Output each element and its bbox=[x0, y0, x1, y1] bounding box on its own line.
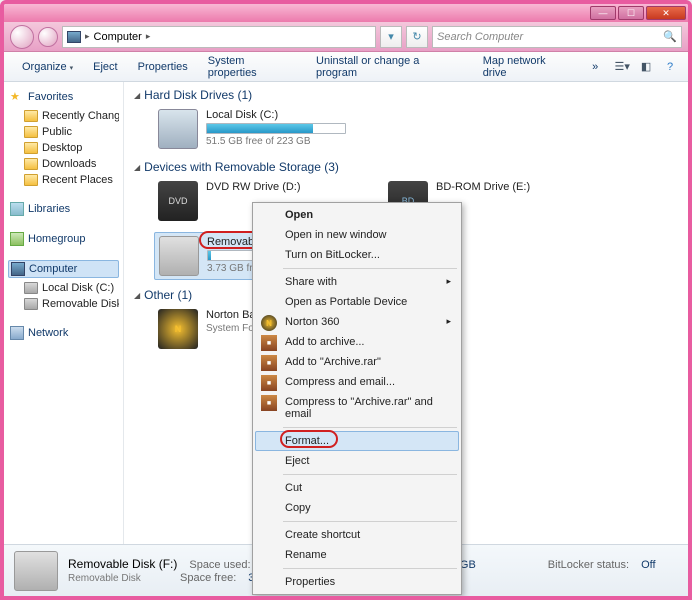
collapse-icon: ◢ bbox=[134, 163, 140, 172]
hdd-icon bbox=[158, 109, 198, 149]
organize-menu[interactable]: Organize bbox=[12, 61, 83, 73]
status-title: Removable Disk (F:) bbox=[68, 557, 177, 571]
ctx-compress-email[interactable]: ■Compress and email... bbox=[255, 372, 459, 392]
category-hdd[interactable]: ◢Hard Disk Drives (1) bbox=[134, 88, 678, 102]
ctx-norton[interactable]: NNorton 360 bbox=[255, 312, 459, 332]
ctx-open[interactable]: Open bbox=[255, 205, 459, 225]
ctx-properties[interactable]: Properties bbox=[255, 572, 459, 592]
explorer-window: — ☐ ✕ ▸ Computer ▸ ▾ ↻ Search Computer 🔍… bbox=[0, 0, 692, 600]
winrar-icon: ■ bbox=[261, 355, 277, 371]
homegroup-icon bbox=[10, 232, 24, 246]
chevron-right-icon: ▸ bbox=[85, 31, 90, 42]
favorites-group[interactable]: ★Favorites bbox=[8, 88, 119, 106]
ctx-eject[interactable]: Eject bbox=[255, 451, 459, 471]
computer-icon bbox=[11, 262, 25, 276]
map-drive-button[interactable]: Map network drive bbox=[473, 55, 582, 79]
minimize-button[interactable]: — bbox=[590, 6, 616, 20]
libraries-icon bbox=[10, 202, 24, 216]
command-bar: Organize Eject Properties System propert… bbox=[4, 52, 688, 82]
breadcrumb-location[interactable]: Computer bbox=[94, 31, 142, 43]
ctx-compress-rar-email[interactable]: ■Compress to "Archive.rar" and email bbox=[255, 392, 459, 424]
ctx-rename[interactable]: Rename bbox=[255, 545, 459, 565]
ctx-bitlocker[interactable]: Turn on BitLocker... bbox=[255, 245, 459, 265]
winrar-icon: ■ bbox=[261, 375, 277, 391]
ctx-open-new[interactable]: Open in new window bbox=[255, 225, 459, 245]
sidebar-item-downloads[interactable]: Downloads bbox=[8, 156, 119, 172]
homegroup-group[interactable]: Homegroup bbox=[8, 230, 119, 248]
folder-icon bbox=[24, 110, 38, 122]
ctx-shortcut[interactable]: Create shortcut bbox=[255, 525, 459, 545]
category-removable[interactable]: ◢Devices with Removable Storage (3) bbox=[134, 160, 678, 174]
chevron-right-icon: ▸ bbox=[146, 31, 151, 42]
status-type: Removable Disk bbox=[68, 573, 168, 584]
usb-drive-icon bbox=[159, 236, 199, 276]
close-button[interactable]: ✕ bbox=[646, 6, 686, 20]
view-menu[interactable]: ☰▾ bbox=[612, 58, 632, 76]
ctx-share[interactable]: Share with bbox=[255, 272, 459, 292]
forward-button[interactable] bbox=[38, 27, 58, 47]
drive-icon bbox=[24, 298, 38, 310]
dvd-icon: DVD bbox=[158, 181, 198, 221]
sidebar-item-desktop[interactable]: Desktop bbox=[8, 140, 119, 156]
search-icon: 🔍 bbox=[663, 30, 677, 43]
ctx-copy[interactable]: Copy bbox=[255, 498, 459, 518]
winrar-icon: ■ bbox=[261, 395, 277, 411]
breadcrumb[interactable]: ▸ Computer ▸ bbox=[62, 26, 376, 48]
collapse-icon: ◢ bbox=[134, 291, 140, 300]
ctx-portable[interactable]: Open as Portable Device bbox=[255, 292, 459, 312]
properties-button[interactable]: Properties bbox=[128, 61, 198, 73]
system-properties-button[interactable]: System properties bbox=[198, 55, 306, 79]
sidebar-item-recent-places[interactable]: Recent Places bbox=[8, 172, 119, 188]
preview-pane-button[interactable]: ◧ bbox=[636, 58, 656, 76]
maximize-button[interactable]: ☐ bbox=[618, 6, 644, 20]
sidebar-item-removable[interactable]: Removable Disk (F:) bbox=[8, 296, 119, 312]
ctx-add-archive[interactable]: ■Add to archive... bbox=[255, 332, 459, 352]
drive-icon bbox=[24, 282, 38, 294]
ctx-format[interactable]: Format... bbox=[255, 431, 459, 451]
norton-icon: N bbox=[261, 315, 277, 331]
sidebar-item-public[interactable]: Public bbox=[8, 124, 119, 140]
network-group[interactable]: Network bbox=[8, 324, 119, 342]
help-button[interactable]: ? bbox=[660, 58, 680, 76]
sidebar-item-local-disk[interactable]: Local Disk (C:) bbox=[8, 280, 119, 296]
uninstall-button[interactable]: Uninstall or change a program bbox=[306, 55, 473, 79]
usb-drive-icon bbox=[14, 551, 58, 591]
titlebar: — ☐ ✕ bbox=[4, 4, 688, 22]
drive-local-c[interactable]: Local Disk (C:) 51.5 GB free of 223 GB bbox=[154, 106, 354, 152]
more-button[interactable]: » bbox=[582, 61, 608, 73]
libraries-group[interactable]: Libraries bbox=[8, 200, 119, 218]
folder-icon bbox=[24, 142, 38, 154]
winrar-icon: ■ bbox=[261, 335, 277, 351]
folder-icon bbox=[24, 126, 38, 138]
folder-icon bbox=[24, 174, 38, 186]
folder-icon bbox=[24, 158, 38, 170]
refresh-button[interactable]: ↻ bbox=[406, 26, 428, 48]
computer-group[interactable]: Computer bbox=[8, 260, 119, 278]
capacity-bar bbox=[206, 123, 346, 134]
norton-icon: N bbox=[158, 309, 198, 349]
star-icon: ★ bbox=[10, 90, 24, 104]
search-input[interactable]: Search Computer 🔍 bbox=[432, 26, 682, 48]
network-icon bbox=[10, 326, 24, 340]
ctx-add-rar[interactable]: ■Add to "Archive.rar" bbox=[255, 352, 459, 372]
address-bar: ▸ Computer ▸ ▾ ↻ Search Computer 🔍 bbox=[4, 22, 688, 52]
back-button[interactable] bbox=[10, 25, 34, 49]
ctx-cut[interactable]: Cut bbox=[255, 478, 459, 498]
context-menu: Open Open in new window Turn on BitLocke… bbox=[252, 202, 462, 595]
dropdown-button[interactable]: ▾ bbox=[380, 26, 402, 48]
collapse-icon: ◢ bbox=[134, 91, 140, 100]
eject-button[interactable]: Eject bbox=[83, 61, 127, 73]
computer-icon bbox=[67, 31, 81, 43]
sidebar-item-recent-changed[interactable]: Recently Changed bbox=[8, 108, 119, 124]
navigation-pane: ★Favorites Recently Changed Public Deskt… bbox=[4, 82, 124, 544]
